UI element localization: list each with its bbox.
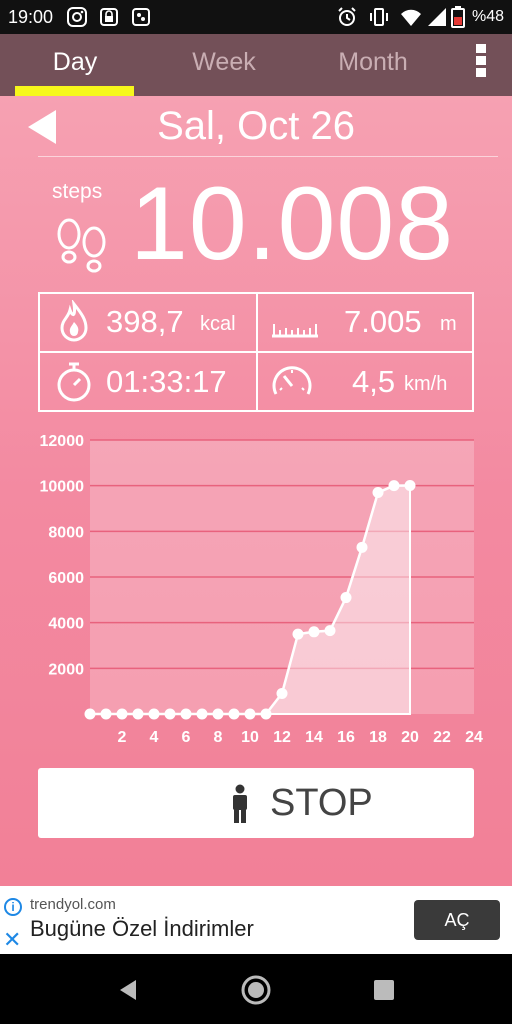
ad-info-icon[interactable]: i bbox=[4, 898, 22, 916]
ruler-icon bbox=[272, 324, 318, 338]
distance-unit: m bbox=[440, 313, 457, 335]
stop-button-label: STOP bbox=[270, 782, 373, 824]
y-tick-label: 8000 bbox=[48, 524, 84, 541]
vibrate-icon bbox=[370, 8, 388, 26]
wifi-icon bbox=[401, 9, 421, 26]
x-tick-label: 10 bbox=[241, 729, 259, 746]
stats-grid: 398,7 kcal 7.005 m 01:33:17 4,5 km/h bbox=[38, 292, 474, 412]
divider bbox=[38, 156, 498, 157]
duration-value: 01:33:17 bbox=[106, 364, 227, 399]
flame-icon bbox=[60, 300, 88, 342]
chart-data-point bbox=[180, 708, 192, 720]
ad-open-button[interactable]: AÇ bbox=[414, 900, 500, 940]
status-time: 19:00 bbox=[8, 7, 54, 27]
chart-data-point bbox=[116, 708, 128, 720]
instagram-icon bbox=[67, 7, 87, 27]
x-tick-label: 6 bbox=[182, 729, 191, 746]
x-tick-label: 20 bbox=[401, 729, 419, 746]
steps-count: 10.008 bbox=[130, 166, 455, 282]
x-tick-label: 12 bbox=[273, 729, 291, 746]
chart-data-point bbox=[388, 480, 400, 492]
calories-unit: kcal bbox=[200, 313, 236, 335]
stopwatch-icon bbox=[57, 362, 91, 402]
chart-data-point bbox=[372, 487, 384, 499]
x-tick-label: 24 bbox=[465, 729, 483, 746]
back-icon[interactable] bbox=[112, 974, 144, 1006]
y-tick-label: 6000 bbox=[48, 570, 84, 587]
alarm-icon bbox=[338, 7, 356, 26]
ad-headline[interactable]: Bugüne Özel İndirimler bbox=[30, 916, 254, 942]
ad-banner[interactable]: i ✕ trendyol.com Bugüne Özel İndirimler … bbox=[0, 886, 512, 954]
date-title: Sal, Oct 26 bbox=[157, 104, 355, 148]
stop-button[interactable]: STOP bbox=[38, 768, 474, 838]
signal-icon bbox=[428, 8, 446, 26]
x-tick-label: 18 bbox=[369, 729, 387, 746]
chart-data-point bbox=[244, 708, 256, 720]
hourly-steps-chart: 200040006000800010000120002 4 6 8 10 12 14 16 18… bbox=[40, 433, 484, 746]
chart-data-point bbox=[276, 687, 288, 699]
x-tick-label: 4 bbox=[150, 729, 159, 746]
chart-data-point bbox=[100, 708, 112, 720]
active-tab-indicator bbox=[15, 86, 134, 96]
speed-unit: km/h bbox=[404, 373, 448, 395]
speedometer-icon bbox=[272, 366, 312, 395]
chart-data-point bbox=[404, 479, 416, 491]
x-tick-label: 22 bbox=[433, 729, 451, 746]
battery-percent: %48 bbox=[471, 8, 504, 25]
chart-data-point bbox=[356, 541, 368, 553]
battery-icon bbox=[451, 6, 465, 28]
calories-value: 398,7 bbox=[106, 304, 184, 339]
person-icon bbox=[233, 784, 247, 823]
y-tick-label: 4000 bbox=[48, 616, 84, 633]
ad-close-icon[interactable]: ✕ bbox=[3, 929, 21, 951]
chart-data-point bbox=[148, 708, 160, 720]
x-tick-label: 2 bbox=[118, 729, 127, 746]
chart-data-point bbox=[324, 625, 336, 637]
tab-month[interactable]: Month bbox=[298, 34, 448, 96]
home-icon[interactable] bbox=[240, 974, 272, 1006]
chart-data-point bbox=[308, 626, 320, 638]
app-icon bbox=[132, 8, 150, 26]
chart-data-point bbox=[84, 708, 96, 720]
chart-data-point bbox=[132, 708, 144, 720]
footprints-icon bbox=[57, 218, 106, 273]
chart-data-point bbox=[196, 708, 208, 720]
chart-data-point bbox=[228, 708, 240, 720]
system-nav-bar bbox=[0, 954, 512, 1024]
chart-data-point bbox=[260, 708, 272, 720]
x-tick-label: 8 bbox=[214, 729, 223, 746]
recents-icon[interactable] bbox=[368, 974, 400, 1006]
distance-value: 7.005 bbox=[344, 304, 422, 339]
y-tick-label: 12000 bbox=[40, 433, 85, 450]
lock-icon bbox=[100, 8, 118, 26]
ad-domain: trendyol.com bbox=[30, 896, 116, 913]
chart-data-point bbox=[292, 628, 304, 640]
chart-data-point bbox=[212, 708, 224, 720]
speed-value: 4,5 bbox=[352, 364, 396, 399]
chart-data-point bbox=[164, 708, 176, 720]
steps-label: steps bbox=[52, 180, 103, 203]
y-tick-label: 10000 bbox=[40, 479, 85, 496]
y-tick-label: 2000 bbox=[48, 661, 84, 678]
x-tick-label: 16 bbox=[337, 729, 355, 746]
overflow-menu-icon[interactable] bbox=[474, 44, 488, 80]
tab-week[interactable]: Week bbox=[149, 34, 299, 96]
status-bar: 19:00 %48 bbox=[0, 0, 512, 34]
x-tick-label: 14 bbox=[305, 729, 323, 746]
chart-data-point bbox=[340, 592, 352, 604]
